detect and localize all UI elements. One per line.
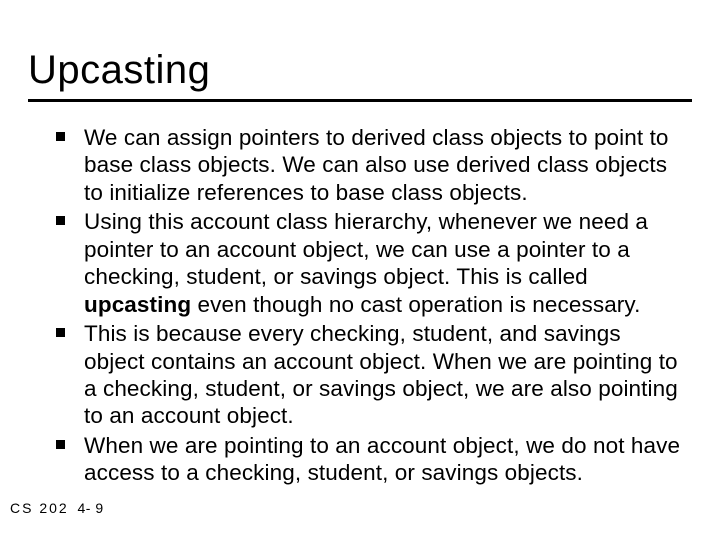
slide: Upcasting We can assign pointers to deri… <box>0 0 720 540</box>
list-item: Using this account class hierarchy, when… <box>84 208 682 318</box>
title-underline <box>28 99 692 102</box>
square-bullet-icon <box>56 328 65 337</box>
page-number: 4- 9 <box>77 500 103 516</box>
bullet-text: When we are pointing to an account objec… <box>84 433 680 485</box>
square-bullet-icon <box>56 440 65 449</box>
list-item: This is because every checking, student,… <box>84 320 682 430</box>
list-item: We can assign pointers to derived class … <box>84 124 682 206</box>
slide-title: Upcasting <box>28 48 692 93</box>
square-bullet-icon <box>56 132 65 141</box>
slide-footer: CS 202 4- 9 <box>10 500 104 516</box>
course-code: CS 202 <box>10 500 69 516</box>
bullet-text: This is because every checking, student,… <box>84 321 678 428</box>
list-item: When we are pointing to an account objec… <box>84 432 682 487</box>
square-bullet-icon <box>56 216 65 225</box>
bullet-list: We can assign pointers to derived class … <box>28 124 692 487</box>
bullet-text: We can assign pointers to derived class … <box>84 125 669 205</box>
bullet-text: Using this account class hierarchy, when… <box>84 209 648 316</box>
